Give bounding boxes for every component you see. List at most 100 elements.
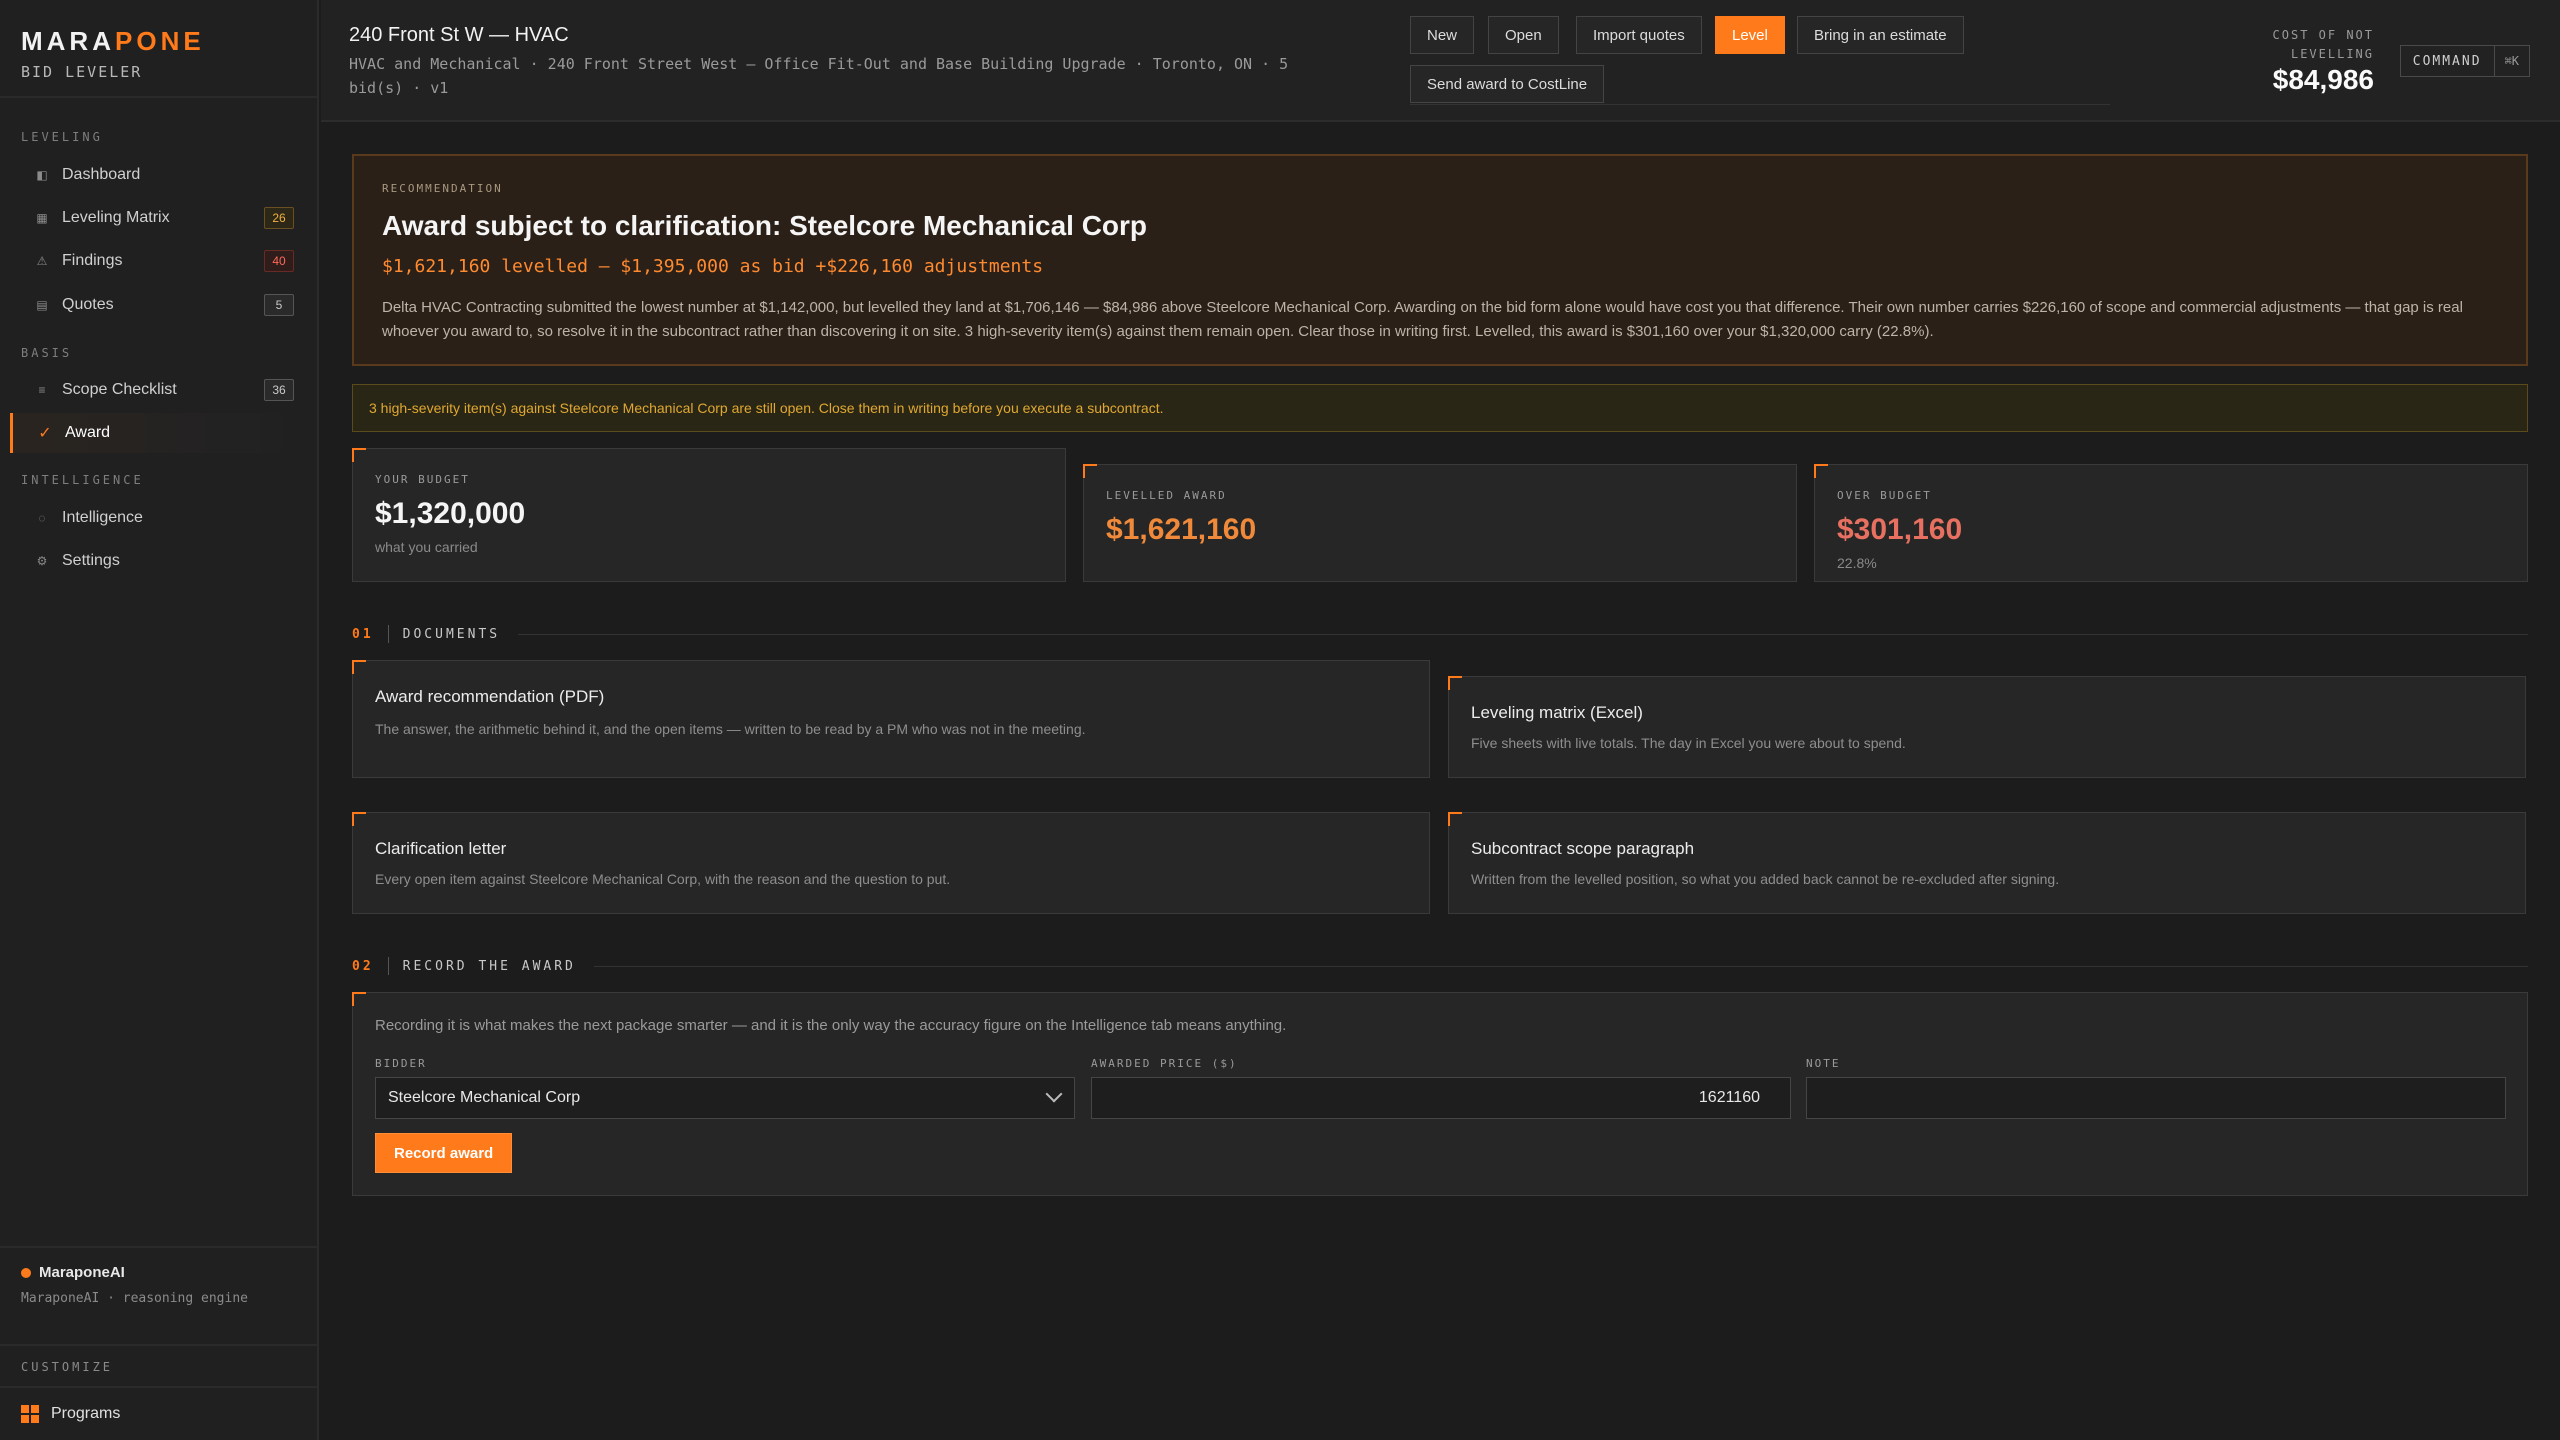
bidder-selected-value: Steelcore Mechanical Corp [388, 1089, 581, 1106]
doc-subcontract-scope[interactable]: Subcontract scope paragraph Written from… [1448, 812, 2526, 914]
section-number: 02 [352, 958, 374, 974]
sidebar-item-label: Quotes [62, 296, 114, 313]
brand-logo: MARAPONE [21, 26, 205, 56]
section-number: 01 [352, 626, 374, 642]
section-separator [387, 957, 389, 975]
record-award-button[interactable]: Record award [375, 1133, 513, 1173]
command-button[interactable]: COMMAND ⌘K [2399, 45, 2530, 77]
doc-title: Subcontract scope paragraph [1471, 839, 1695, 858]
doc-award-recommendation[interactable]: Award recommendation (PDF) The answer, t… [352, 660, 1430, 778]
count-badge: 40 [264, 250, 294, 272]
levelled-award-value: $1,621,160 [1106, 513, 1257, 546]
brand-subtitle: BID LEVELER [21, 63, 143, 81]
section-title: DOCUMENTS [402, 626, 501, 642]
nav-section-intelligence: INTELLIGENCE [21, 473, 144, 487]
dashboard-icon: ◧ [36, 168, 48, 182]
sidebar-item-quotes[interactable]: ▤ Quotes 5 [10, 285, 300, 325]
sidebar-item-settings[interactable]: ⚙ Settings [10, 541, 300, 581]
budget-label: YOUR BUDGET [375, 473, 470, 486]
sidebar-item-scope-checklist[interactable]: ≡ Scope Checklist 36 [10, 370, 300, 410]
over-budget-value: $301,160 [1837, 513, 1963, 546]
command-label: COMMAND [2401, 46, 2495, 76]
over-budget-note: 22.8% [1837, 555, 1877, 571]
circle-icon: ◌ [38, 511, 46, 525]
programs-label: Programs [51, 1405, 121, 1422]
recommendation-panel: RECOMMENDATION Award subject to clarific… [352, 154, 2528, 366]
sidebar-item-label: Dashboard [62, 166, 141, 183]
count-badge: 26 [264, 207, 294, 229]
levelled-award-label: LEVELLED AWARD [1106, 489, 1227, 502]
awarded-price-input[interactable]: 1621160 [1091, 1077, 1791, 1119]
matrix-icon: ▦ [36, 211, 48, 225]
ai-subtitle: MaraponeAI · reasoning engine [21, 1291, 248, 1306]
ai-name: MaraponeAI [21, 1264, 298, 1281]
bidder-label: BIDDER [375, 1057, 427, 1070]
nav-section-leveling: LEVELING [21, 130, 103, 144]
awarded-price-label: AWARDED PRICE ($) [1091, 1057, 1238, 1070]
send-award-button[interactable]: Send award to CostLine [1410, 65, 1605, 103]
gear-icon: ⚙ [36, 554, 48, 568]
over-budget-card: OVER BUDGET $301,160 22.8% [1814, 464, 2528, 582]
over-budget-label: OVER BUDGET [1837, 489, 1932, 502]
open-button[interactable]: Open [1488, 16, 1559, 54]
note-label: NOTE [1806, 1057, 1841, 1070]
note-input[interactable] [1806, 1077, 2506, 1119]
new-button[interactable]: New [1410, 16, 1475, 54]
doc-title: Award recommendation (PDF) [375, 687, 605, 706]
section-rule [518, 633, 2528, 635]
recommendation-title: Award subject to clarification: Steelcor… [382, 210, 1148, 241]
toolbar-divider [1410, 104, 2110, 105]
warning-banner: 3 high-severity item(s) against Steelcor… [352, 384, 2528, 432]
sidebar-item-award[interactable]: ✓ Award [10, 413, 300, 453]
page-header: 240 Front St W — HVAC HVAC and Mechanica… [321, 0, 2560, 122]
doc-clarification-letter[interactable]: Clarification letter Every open item aga… [352, 812, 1430, 914]
budget-card: YOUR BUDGET $1,320,000 what you carried [352, 448, 1066, 582]
status-dot-icon [21, 1267, 31, 1278]
awarded-price-value: 1621160 [1698, 1089, 1760, 1106]
bring-in-estimate-button[interactable]: Bring in an estimate [1797, 16, 1964, 54]
section-title: RECORD THE AWARD [402, 958, 576, 974]
brand: MARAPONE BID LEVELER [0, 0, 317, 98]
quotes-icon: ▤ [36, 298, 48, 312]
grid-icon [21, 1405, 39, 1423]
budget-note: what you carried [375, 539, 478, 555]
count-badge: 36 [264, 379, 294, 401]
cost-of-not-levelling-value: $84,986 [2272, 64, 2374, 95]
count-badge: 5 [264, 294, 294, 316]
record-section-header: 02 RECORD THE AWARD [352, 956, 2528, 976]
doc-leveling-matrix[interactable]: Leveling matrix (Excel) Five sheets with… [1448, 676, 2526, 778]
sidebar-item-label: Intelligence [62, 509, 143, 526]
customize-label: CUSTOMIZE [0, 1344, 319, 1386]
warning-icon: ⚠ [36, 254, 48, 268]
sidebar-item-label: Leveling Matrix [62, 209, 170, 226]
sidebar-item-label: Scope Checklist [62, 381, 177, 398]
recommendation-body: Delta HVAC Contracting submitted the low… [382, 299, 2463, 340]
import-quotes-button[interactable]: Import quotes [1576, 16, 1702, 54]
programs-link[interactable]: Programs [0, 1386, 319, 1440]
page-title: 240 Front St W — HVAC [349, 24, 569, 46]
cost-of-not-levelling-label: COST OF NOT LEVELLING [2272, 28, 2374, 61]
doc-description: Written from the levelled position, so w… [1471, 871, 2060, 887]
levelled-award-card: LEVELLED AWARD $1,621,160 [1083, 464, 1797, 582]
section-rule [593, 965, 2528, 967]
level-button[interactable]: Level [1715, 16, 1785, 54]
sidebar-item-label: Award [65, 424, 111, 441]
doc-description: Every open item against Steelcore Mechan… [375, 871, 951, 887]
record-intro: Recording it is what makes the next pack… [375, 1017, 1287, 1034]
chevron-down-icon [1045, 1085, 1063, 1103]
sidebar-item-findings[interactable]: ⚠ Findings 40 [10, 241, 300, 281]
sidebar-item-label: Settings [62, 552, 120, 569]
documents-section-header: 01 DOCUMENTS [352, 624, 2528, 644]
command-shortcut: ⌘K [2504, 54, 2519, 68]
doc-description: Five sheets with live totals. The day in… [1471, 735, 1906, 751]
bidder-select[interactable]: Steelcore Mechanical Corp [375, 1077, 1075, 1119]
sidebar-item-intelligence[interactable]: ◌ Intelligence [10, 498, 300, 538]
nav-section-basis: BASIS [21, 346, 73, 360]
doc-title: Clarification letter [375, 839, 507, 858]
sidebar-item-leveling-matrix[interactable]: ▦ Leveling Matrix 26 [10, 198, 300, 238]
ai-name-label: MaraponeAI [39, 1264, 125, 1281]
sidebar-item-label: Findings [62, 252, 123, 269]
sidebar-item-dashboard[interactable]: ◧ Dashboard [10, 155, 300, 195]
ai-engine-block: MaraponeAI MaraponeAI · reasoning engine [0, 1246, 319, 1344]
list-icon: ≡ [38, 383, 46, 397]
